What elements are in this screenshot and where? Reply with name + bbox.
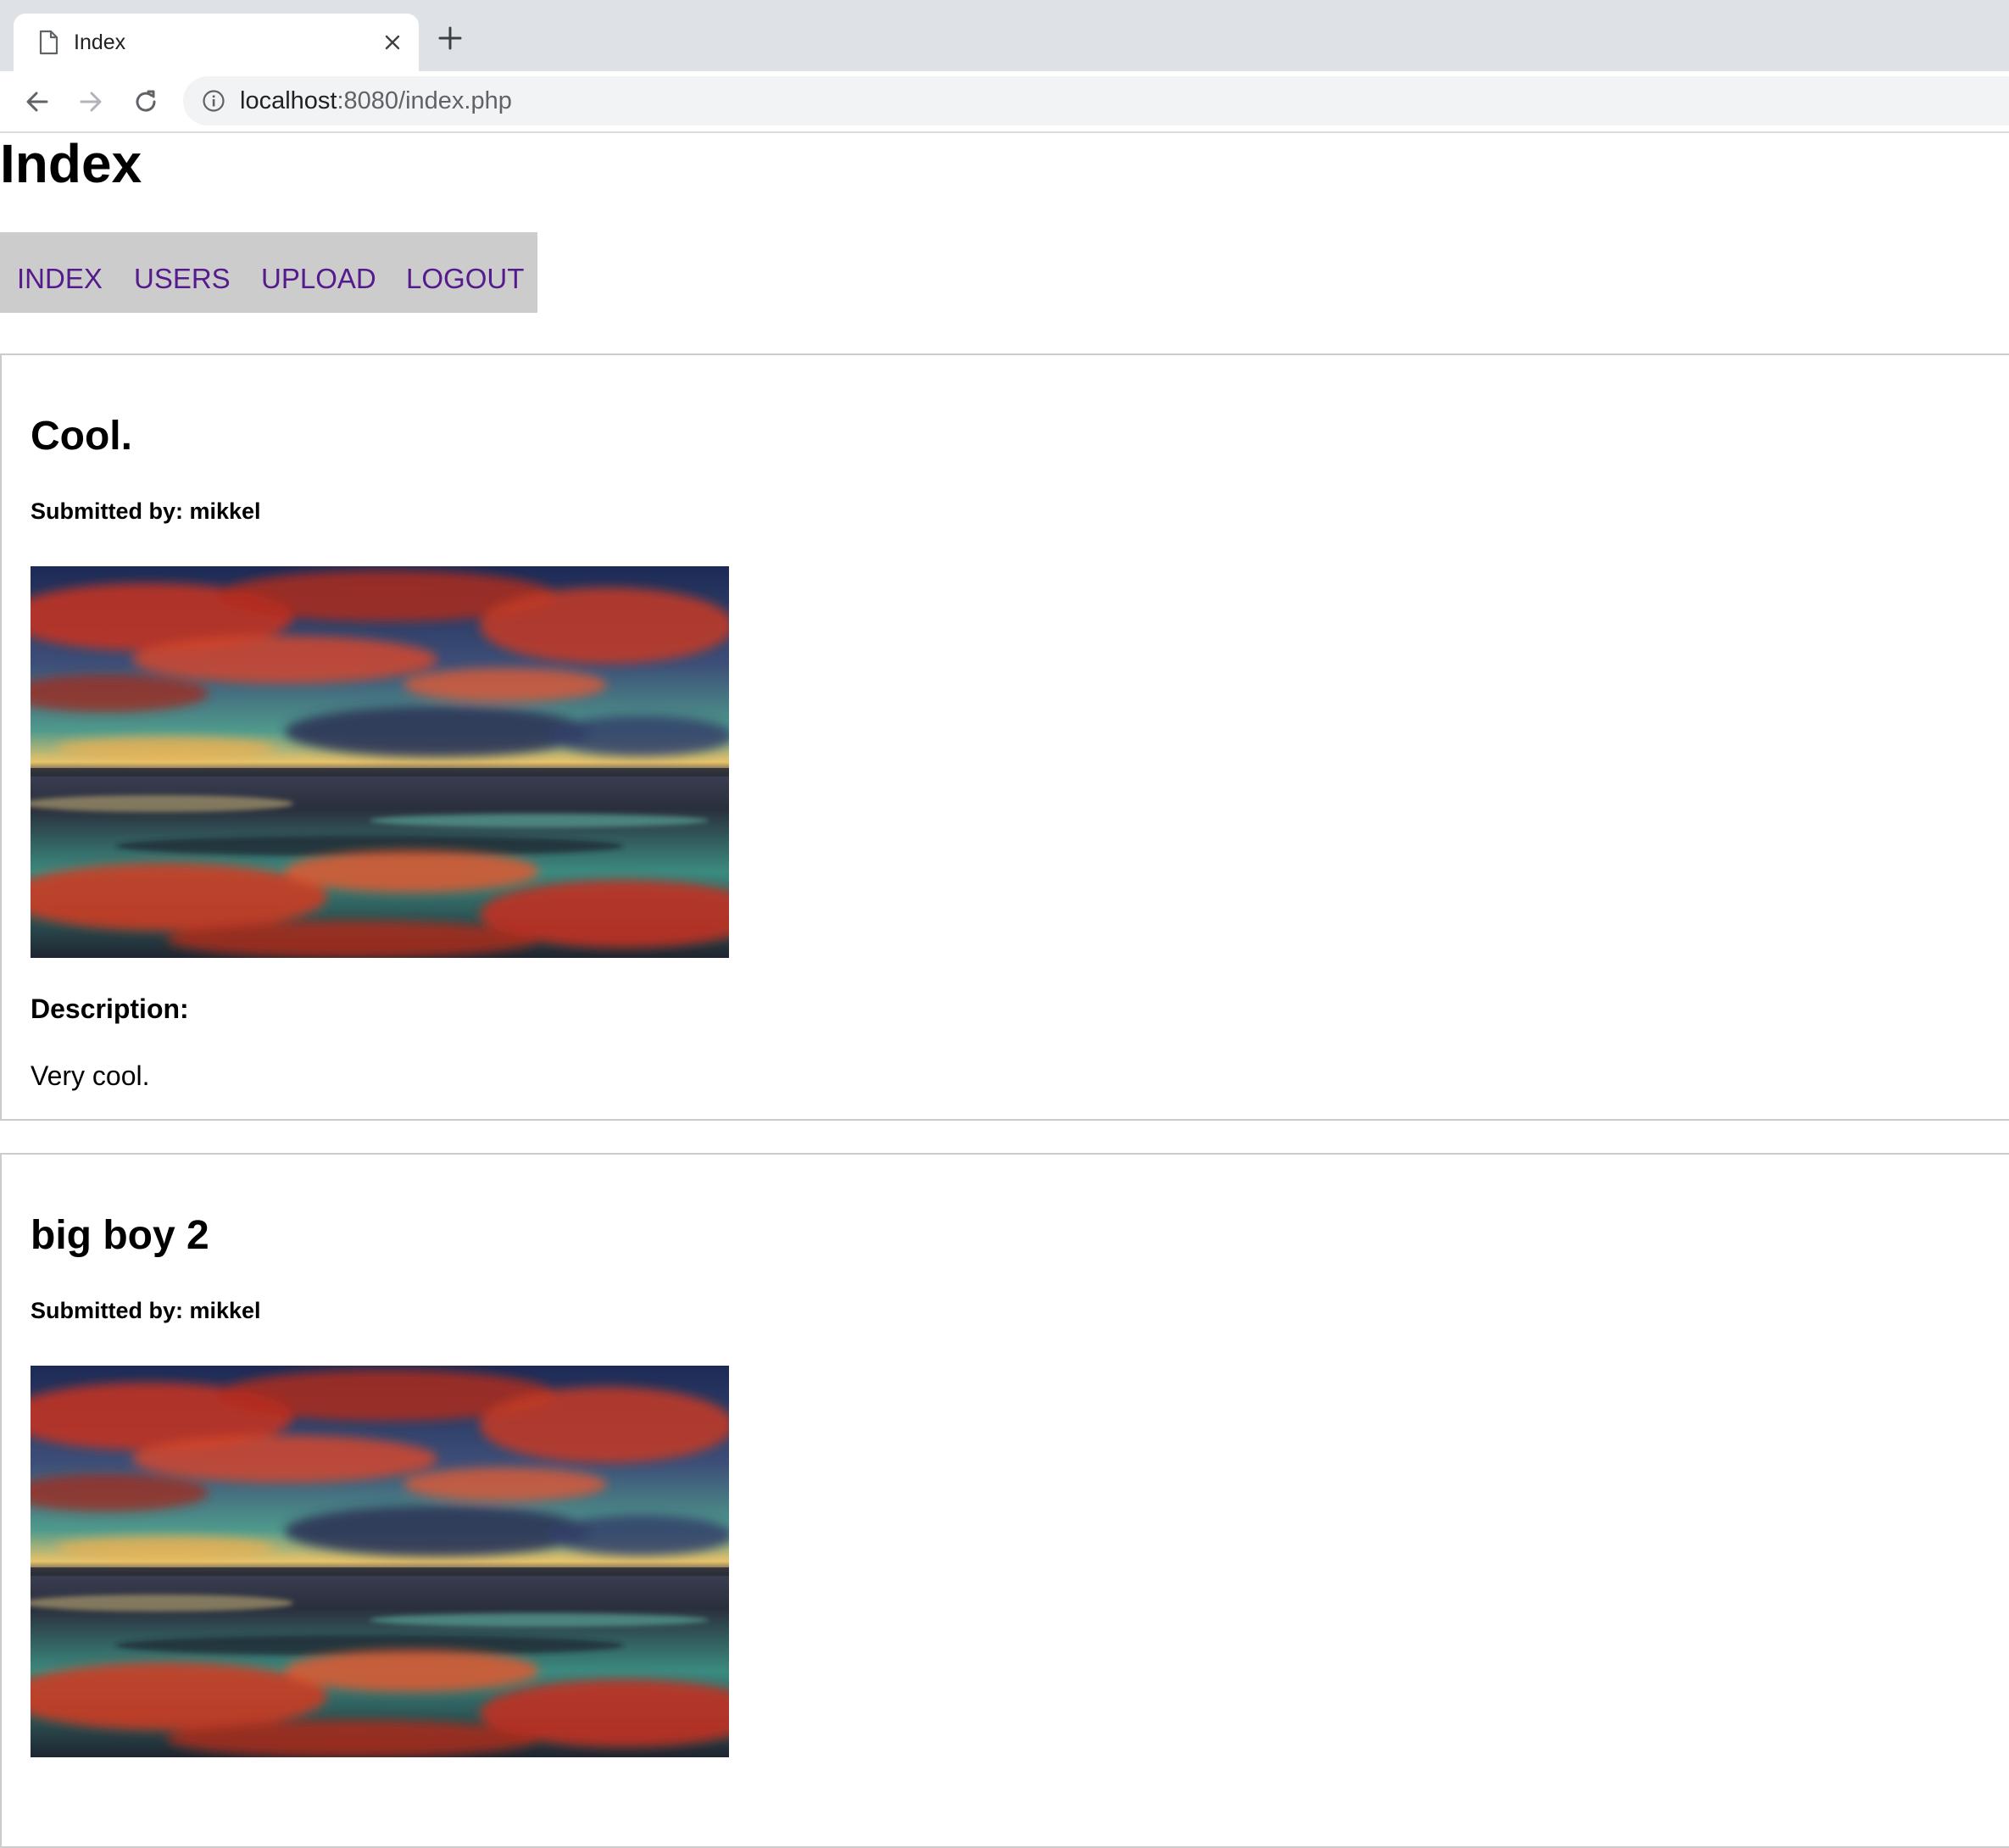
back-button[interactable] (19, 83, 56, 120)
page-icon (39, 30, 58, 55)
url-host: localhost (240, 87, 337, 114)
tab-strip: Index (0, 0, 2009, 71)
nav-link-users[interactable]: USERS (134, 263, 231, 295)
post-image (31, 566, 729, 958)
url-path: :8080/index.php (337, 87, 512, 114)
post-card: Cool. Submitted by: mikkel Description: … (0, 353, 2009, 1121)
browser-tab[interactable]: Index (14, 14, 419, 71)
post-title: big boy 2 (31, 1213, 209, 1258)
browser-toolbar: localhost:8080/index.php (0, 71, 2009, 133)
page-title: Index (0, 133, 142, 194)
nav-link-upload[interactable]: UPLOAD (261, 263, 376, 295)
nav-link-index[interactable]: INDEX (17, 263, 103, 295)
plus-icon (438, 26, 462, 50)
arrow-left-icon (26, 92, 48, 112)
post-card: big boy 2 Submitted by: mikkel (0, 1153, 2009, 1848)
reload-button[interactable] (127, 83, 164, 120)
site-nav: INDEX USERS UPLOAD LOGOUT (0, 232, 537, 313)
address-bar[interactable]: localhost:8080/index.php (183, 76, 2009, 125)
tab-title: Index (74, 31, 126, 54)
close-icon[interactable] (378, 28, 407, 57)
nav-link-logout[interactable]: LOGOUT (406, 263, 524, 295)
reload-icon (136, 90, 156, 112)
post-title: Cool. (31, 414, 132, 459)
info-icon[interactable] (202, 89, 225, 113)
post-image (31, 1366, 729, 1757)
new-tab-button[interactable] (436, 24, 465, 53)
post-author: Submitted by: mikkel (31, 498, 261, 524)
description-label: Description: (31, 994, 189, 1024)
post-author: Submitted by: mikkel (31, 1298, 261, 1323)
url-text[interactable]: localhost:8080/index.php (240, 86, 512, 115)
arrow-right-icon (80, 92, 102, 112)
forward-button[interactable] (72, 83, 109, 120)
description-text: Very cool. (31, 1060, 150, 1091)
